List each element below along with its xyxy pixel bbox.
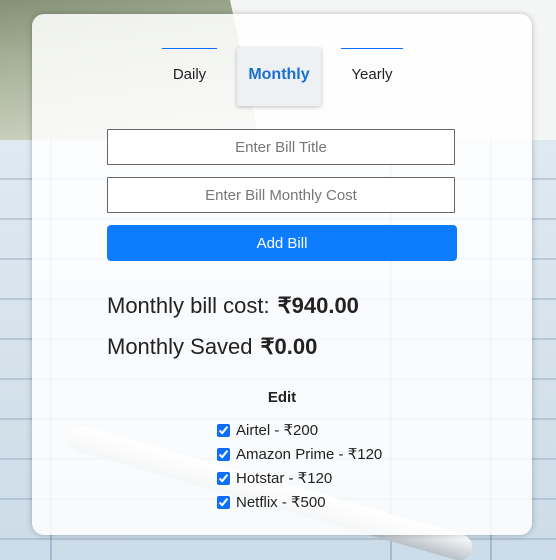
bill-item-amazon-prime[interactable]: Amazon Prime - ₹120 <box>217 442 382 466</box>
bill-tracker-card: Daily Monthly Yearly Add Bill Monthly bi… <box>32 14 532 535</box>
tab-yearly-underline <box>341 48 403 49</box>
tab-monthly-label: Monthly <box>248 66 310 83</box>
add-bill-button[interactable]: Add Bill <box>107 225 457 261</box>
bill-item-netflix[interactable]: Netflix - ₹500 <box>217 490 382 514</box>
tab-monthly[interactable]: Monthly <box>237 48 321 106</box>
edit-heading[interactable]: Edit <box>32 389 532 406</box>
tab-yearly-label: Yearly <box>351 66 393 83</box>
bill-title-input[interactable] <box>107 129 455 165</box>
monthly-bill-cost-value: ₹940.00 <box>277 293 359 318</box>
bill-item-label: Hotstar - ₹120 <box>236 470 333 487</box>
monthly-saved: Monthly Saved ₹0.00 <box>107 334 317 360</box>
tab-daily[interactable]: Daily <box>162 48 217 106</box>
bill-checkbox-hotstar[interactable] <box>217 471 230 485</box>
period-tabs: Daily Monthly Yearly <box>162 48 403 106</box>
bill-item-label: Airtel - ₹200 <box>236 422 319 439</box>
monthly-saved-label: Monthly Saved <box>107 334 253 359</box>
tab-yearly[interactable]: Yearly <box>341 48 403 106</box>
bill-checkbox-netflix[interactable] <box>217 495 230 509</box>
tab-daily-underline <box>162 48 217 49</box>
monthly-bill-cost-label: Monthly bill cost: <box>107 293 270 318</box>
monthly-bill-cost: Monthly bill cost: ₹940.00 <box>107 293 359 319</box>
bill-list: Airtel - ₹200 Amazon Prime - ₹120 Hotsta… <box>217 418 382 514</box>
bill-cost-input[interactable] <box>107 177 455 213</box>
bill-checkbox-amazon-prime[interactable] <box>217 447 230 461</box>
bill-item-label: Amazon Prime - ₹120 <box>236 446 383 463</box>
bill-item-label: Netflix - ₹500 <box>236 494 326 511</box>
bill-checkbox-airtel[interactable] <box>217 423 230 437</box>
tab-daily-label: Daily <box>172 66 207 83</box>
bill-item-hotstar[interactable]: Hotstar - ₹120 <box>217 466 382 490</box>
monthly-saved-value: ₹0.00 <box>260 334 318 359</box>
bill-item-airtel[interactable]: Airtel - ₹200 <box>217 418 382 442</box>
